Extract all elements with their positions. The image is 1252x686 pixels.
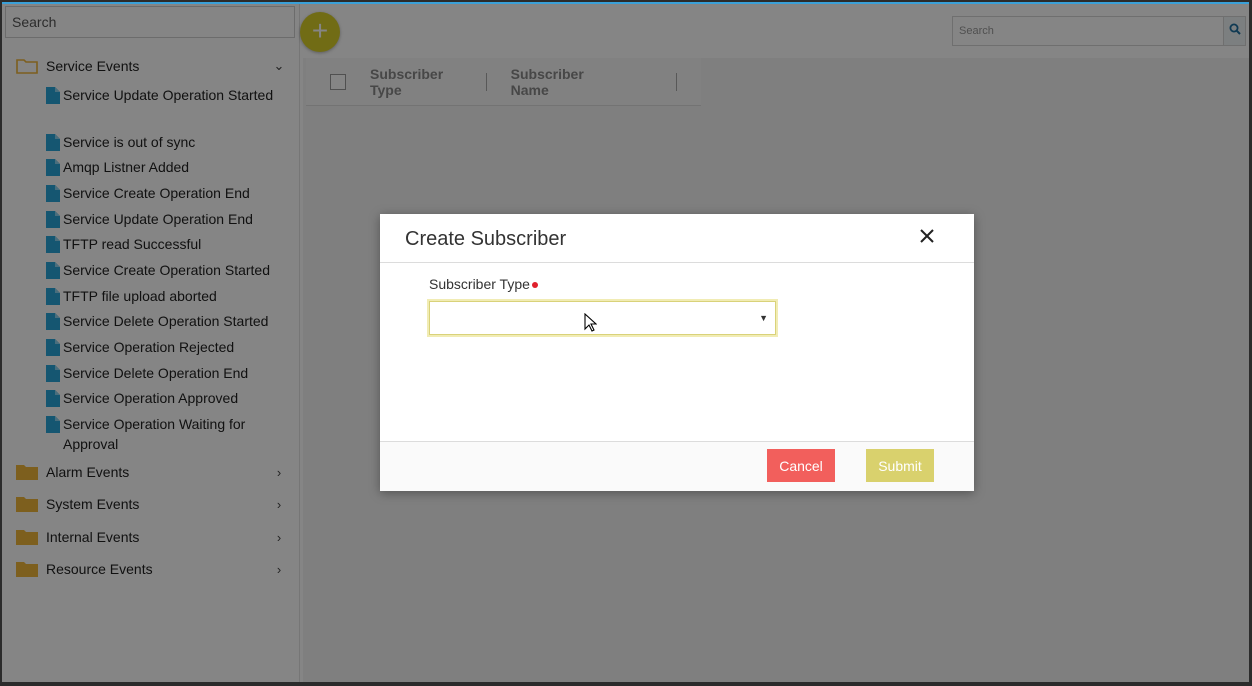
dialog-footer: Cancel Submit — [380, 441, 974, 491]
app-window: Service Events ⌄ Service Update Operatio… — [2, 2, 1249, 682]
subscriber-type-select-wrapper: ▼ — [427, 299, 778, 337]
field-label-text: Subscriber Type — [429, 276, 530, 292]
required-indicator — [531, 282, 538, 289]
dialog-header: Create Subscriber — [380, 214, 974, 263]
close-icon[interactable] — [918, 227, 936, 245]
subscriber-type-select[interactable] — [429, 301, 776, 335]
dialog-title: Create Subscriber — [405, 228, 567, 250]
create-subscriber-dialog: Create Subscriber Subscriber Type ▼ Canc… — [380, 214, 974, 491]
subscriber-type-label: Subscriber Type — [429, 276, 538, 292]
submit-button[interactable]: Submit — [866, 449, 934, 482]
cancel-button[interactable]: Cancel — [767, 449, 835, 482]
